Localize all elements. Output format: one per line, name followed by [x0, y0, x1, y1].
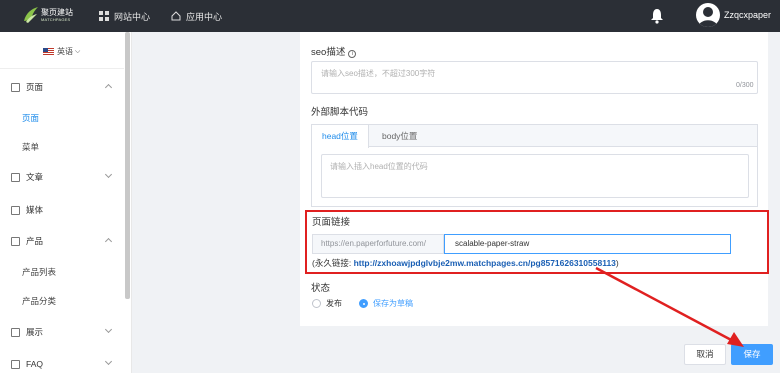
chevron-down-icon: [104, 357, 113, 366]
bell-icon[interactable]: [649, 8, 665, 24]
sidebar-item-label: 文章: [26, 172, 44, 182]
tabs-header: head位置 body位置: [312, 125, 757, 148]
sidebar-item-label: FAQ: [26, 359, 44, 369]
article-icon: [11, 172, 20, 182]
tab-head[interactable]: head位置: [312, 125, 369, 148]
seo-description-label-text: seo描述: [311, 47, 346, 58]
radio-checked-icon: [359, 299, 368, 308]
language-label: 英语: [57, 47, 73, 56]
bird-logo-icon: [24, 7, 38, 23]
display-icon: [11, 327, 20, 337]
divider: [0, 68, 124, 69]
status-radio-draft[interactable]: 保存为草稿: [359, 298, 413, 309]
sidebar-item-products[interactable]: 产品: [0, 231, 124, 251]
nav-website-center-label: 网站中心: [114, 11, 151, 22]
seo-description-counter: 0/300: [736, 82, 754, 89]
chevron-up-icon: [104, 83, 113, 92]
sidebar: 英语 ⌵ 页面 页面 菜单 文章 媒体 产品 产品列表 产品分类 展示 FAQ: [0, 32, 132, 373]
brand-subtitle: MATCHPAGES: [41, 17, 71, 22]
seo-description-textarea[interactable]: 请输入seo描述，不超过300字符 0/300: [311, 61, 758, 94]
sidebar-item-label: 产品列表: [22, 267, 57, 277]
sidebar-item-articles[interactable]: 文章: [0, 167, 124, 187]
page-icon: [11, 82, 20, 92]
form-panel: seo描述 i 请输入seo描述，不超过300字符 0/300 外部脚本代码 he…: [300, 32, 768, 326]
us-flag-icon: [43, 48, 54, 55]
sidebar-item-pages[interactable]: 页面: [0, 77, 124, 97]
radio-circle-icon: [312, 299, 321, 308]
seo-description-placeholder: 请输入seo描述，不超过300字符: [321, 69, 436, 78]
annotation-highlight-box: [305, 210, 769, 274]
home-icon: [171, 11, 181, 21]
chevron-down-icon: [104, 170, 113, 179]
sidebar-item-label: 展示: [26, 327, 44, 337]
sidebar-item-display[interactable]: 展示: [0, 322, 124, 342]
sidebar-item-label: 产品分类: [22, 296, 57, 306]
grid-icon: [99, 11, 109, 21]
status-radio-draft-label: 保存为草稿: [373, 299, 413, 308]
sidebar-item-menus[interactable]: 菜单: [0, 137, 124, 157]
sidebar-item-product-category[interactable]: 产品分类: [0, 291, 124, 311]
sidebar-item-label: 菜单: [22, 142, 40, 152]
avatar[interactable]: [696, 3, 720, 27]
username[interactable]: Zzqcxpaper: [724, 10, 771, 20]
nav-website-center[interactable]: 网站中心: [99, 0, 150, 32]
external-script-label: 外部脚本代码: [311, 107, 369, 118]
script-code-placeholder: 请输入插入head位置的代码: [330, 162, 428, 171]
faq-icon: [11, 359, 20, 369]
sidebar-item-product-list[interactable]: 产品列表: [0, 262, 124, 282]
sidebar-scrollbar[interactable]: [125, 32, 130, 299]
chevron-down-icon: [104, 325, 113, 334]
status-label: 状态: [311, 283, 331, 294]
script-code-textarea[interactable]: 请输入插入head位置的代码: [321, 154, 749, 198]
info-icon[interactable]: i: [348, 50, 357, 58]
status-radio-publish-label: 发布: [326, 299, 342, 308]
chevron-down-icon: ⌵: [75, 47, 81, 55]
sidebar-item-label: 产品: [26, 236, 44, 246]
script-tabs: head位置 body位置 请输入插入head位置的代码: [311, 124, 758, 207]
nav-app-center[interactable]: 应用中心: [171, 0, 222, 32]
sidebar-item-label: 页面: [22, 113, 40, 123]
nav-app-center-label: 应用中心: [186, 11, 223, 22]
sidebar-item-media[interactable]: 媒体: [0, 200, 124, 220]
sidebar-item-faq[interactable]: FAQ: [0, 354, 124, 373]
status-radio-publish[interactable]: 发布: [312, 298, 342, 309]
tab-body[interactable]: body位置: [372, 125, 427, 147]
top-navigation-bar: 聚页建站 MATCHPAGES 网站中心 应用中心 Zzqcxpaper: [0, 0, 780, 32]
sidebar-item-label: 媒体: [26, 205, 44, 215]
product-icon: [11, 236, 20, 246]
cancel-button[interactable]: 取消: [684, 344, 726, 365]
save-button[interactable]: 保存: [731, 344, 773, 365]
user-icon: [698, 7, 718, 27]
sidebar-item-pages-list[interactable]: 页面: [0, 108, 124, 128]
brand-logo[interactable]: 聚页建站 MATCHPAGES: [22, 4, 84, 28]
language-selector[interactable]: 英语 ⌵: [43, 46, 80, 57]
seo-description-label: seo描述 i: [311, 44, 357, 58]
chevron-up-icon: [104, 237, 113, 246]
media-icon: [11, 205, 20, 215]
sidebar-item-label: 页面: [26, 82, 44, 92]
